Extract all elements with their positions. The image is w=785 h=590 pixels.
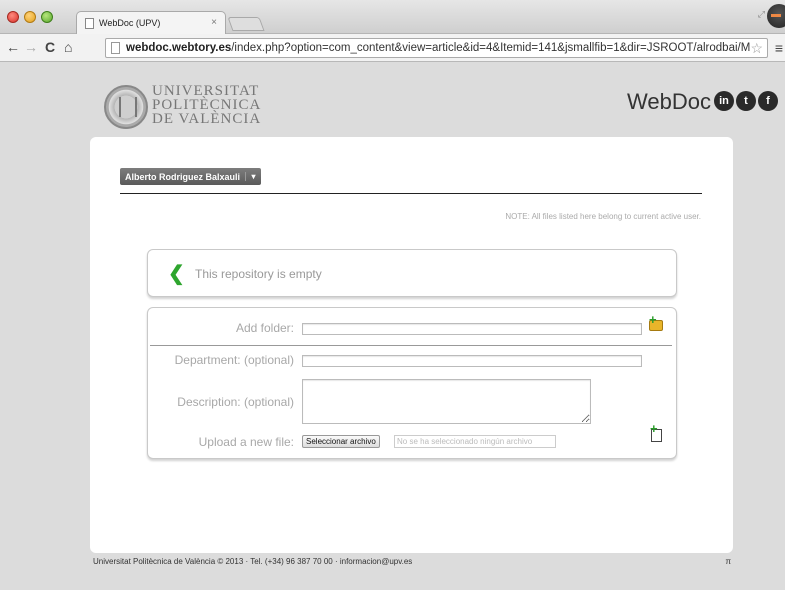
reload-button[interactable]: C	[45, 39, 55, 55]
page-icon	[85, 17, 94, 29]
brand-title: WebDoc	[627, 89, 711, 114]
browser-toolbar: ← → C ⌂ webdoc.webtory.es/index.php?opti…	[0, 34, 785, 62]
upload-label: Upload a new file:	[198, 435, 294, 449]
university-seal-logo	[104, 85, 148, 129]
bookmark-star-icon[interactable]: ☆	[750, 40, 763, 57]
choose-file-button[interactable]: Seleccionar archivo	[302, 435, 380, 448]
fullscreen-icon[interactable]: ⤢	[758, 9, 765, 20]
repository-panel: ❮ This repository is empty	[147, 249, 677, 297]
user-dropdown[interactable]: Alberto Rodriguez Balxauli ▾	[120, 168, 262, 185]
form-divider	[150, 345, 672, 346]
window-close-button[interactable]	[7, 11, 19, 23]
university-line-2: POLITÈCNICA	[152, 97, 262, 113]
browser-menu-icon[interactable]: ≡	[775, 40, 783, 56]
page-content: UNIVERSITAT POLITÈCNICA DE VALÈNCIA WebD…	[12, 63, 785, 590]
forward-button[interactable]: →	[24, 39, 38, 55]
no-file-selected-text: No se ha seleccionado ningún archivo	[394, 435, 556, 448]
files-note: NOTE: All files listed here belong to cu…	[505, 212, 701, 221]
browser-tab-bar: WebDoc (UPV) × ⤢	[0, 0, 785, 34]
user-name: Alberto Rodriguez Balxauli	[125, 171, 241, 182]
profile-avatar-icon[interactable]	[767, 4, 785, 28]
back-button[interactable]: ←	[6, 39, 20, 55]
main-card: Alberto Rodriguez Balxauli ▾ NOTE: All f…	[90, 137, 733, 553]
description-textarea[interactable]	[302, 379, 591, 424]
department-input[interactable]	[302, 355, 642, 367]
window-maximize-button[interactable]	[41, 11, 53, 23]
new-tab-button[interactable]	[227, 17, 265, 31]
footer-text: Universitat Politècnica de València © 20…	[93, 557, 413, 566]
add-folder-icon[interactable]	[649, 312, 663, 331]
footer-pi-link[interactable]: π	[725, 557, 731, 566]
university-name: UNIVERSITAT POLITÈCNICA DE VALÈNCIA	[152, 83, 262, 127]
home-button[interactable]: ⌂	[64, 39, 72, 55]
tumblr-icon[interactable]: t	[736, 91, 756, 111]
upload-file-icon[interactable]	[650, 421, 662, 442]
divider	[120, 193, 702, 194]
description-label: Description: (optional)	[177, 395, 294, 409]
chevron-down-icon: ▾	[245, 172, 261, 181]
department-label: Department: (optional)	[174, 353, 294, 367]
url-host: webdoc.webtory.es	[126, 42, 232, 54]
university-line-3: DE VALÈNCIA	[152, 111, 262, 127]
add-folder-label: Add folder:	[235, 321, 294, 335]
facebook-icon[interactable]: f	[758, 91, 778, 111]
linkedin-icon[interactable]: in	[714, 91, 734, 111]
address-bar[interactable]: webdoc.webtory.es/index.php?option=com_c…	[105, 38, 768, 58]
tab-title: WebDoc (UPV)	[99, 18, 161, 28]
url-path: /index.php?option=com_content&view=artic…	[231, 42, 763, 54]
back-chevron-icon[interactable]: ❮	[168, 261, 185, 286]
upload-form: Add folder: Department: (optional) Descr…	[147, 307, 677, 459]
browser-tab[interactable]: WebDoc (UPV) ×	[76, 11, 226, 34]
window-minimize-button[interactable]	[24, 11, 36, 23]
university-line-1: UNIVERSITAT	[152, 83, 260, 99]
tab-close-icon[interactable]: ×	[211, 17, 217, 28]
add-folder-input[interactable]	[302, 323, 642, 335]
empty-message: This repository is empty	[195, 267, 322, 281]
page-icon	[111, 42, 120, 54]
